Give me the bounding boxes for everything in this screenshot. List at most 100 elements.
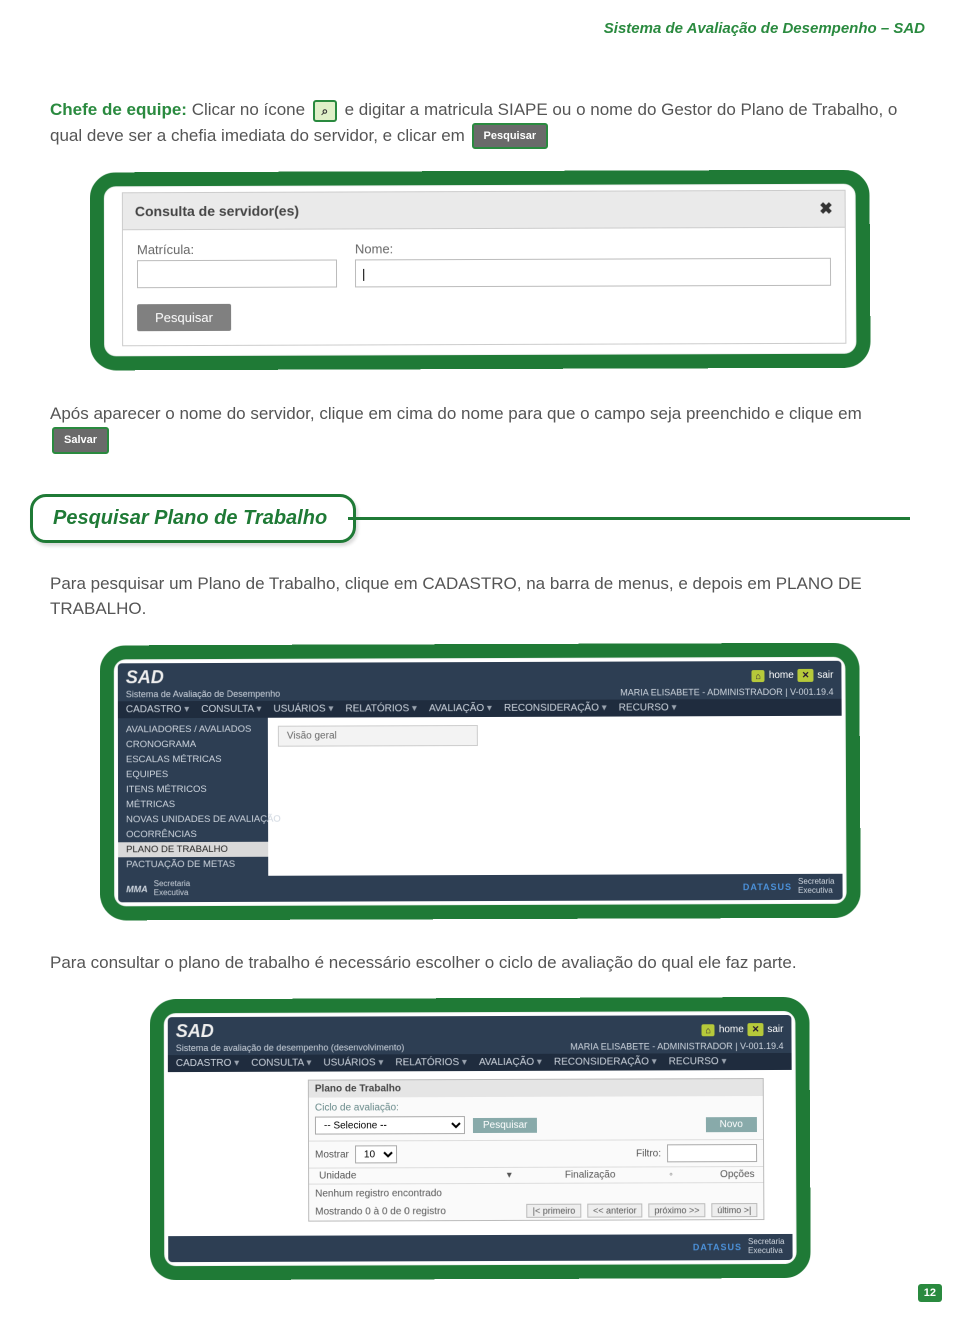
- menu-item-usuários[interactable]: USUÁRIOS: [323, 1057, 383, 1068]
- home-sair: ⌂ home ✕sair: [751, 668, 833, 681]
- screenshot-consulta-servidor: Consulta de servidor(es) ✖ Matrícula: No…: [90, 170, 871, 371]
- visao-geral-box: Visão geral: [278, 725, 478, 747]
- menu-item-usuários[interactable]: USUÁRIOS: [273, 703, 333, 714]
- menu-item-consulta[interactable]: CONSULTA: [251, 1057, 311, 1068]
- panel-novo-button[interactable]: Novo: [706, 1116, 757, 1131]
- pager-showing: Mostrando 0 à 0 de 0 registro: [315, 1206, 446, 1217]
- footer-datasus-sub2-2: Executiva: [748, 1246, 785, 1255]
- sidebar-item[interactable]: AVALIADORES / AVALIADOS: [118, 721, 268, 737]
- sair-label: sair: [817, 669, 833, 680]
- matricula-input[interactable]: [137, 260, 337, 289]
- footer-datasus-logo: DATASUS: [743, 881, 792, 891]
- section-text: Para pesquisar um Plano de Trabalho, cli…: [50, 571, 910, 622]
- menu-item-avaliação[interactable]: AVALIAÇÃO: [479, 1056, 542, 1067]
- section-divider: [348, 517, 910, 520]
- menubar: CADASTRO CONSULTA USUÁRIOS RELATÓRIOS AVALIA…: [118, 698, 842, 718]
- ciclo-label: Ciclo de avaliação:: [309, 1096, 763, 1117]
- menu-item-avaliação[interactable]: AVALIAÇÃO: [429, 703, 492, 714]
- screenshot-sad-plano: SAD ⌂ home ✕sair Sistema de avaliação de …: [150, 997, 811, 1280]
- menu-item-cadastro[interactable]: CADASTRO: [126, 704, 189, 715]
- field-nome-label: Nome:: [355, 240, 831, 257]
- sad-logo-2: SAD: [176, 1021, 214, 1042]
- field-matricula: Matrícula:: [137, 242, 337, 289]
- salvar-inline-button: Salvar: [52, 427, 109, 454]
- section-pill: Pesquisar Plano de Trabalho: [30, 494, 356, 543]
- doc-header: Sistema de Avaliação de Desempenho – SAD: [50, 20, 925, 37]
- footer-datasus-sub2: Executiva: [798, 886, 835, 895]
- table-header: Unidade ▾ Finalização ◦ Opções: [309, 1166, 763, 1185]
- sair-button-2[interactable]: ✕: [748, 1023, 764, 1036]
- mostrar-label: Mostrar: [315, 1149, 349, 1160]
- menu-item-recurso[interactable]: RECURSO: [669, 1056, 727, 1067]
- home-label: home: [769, 669, 794, 680]
- main-area: Visão geral: [268, 715, 843, 875]
- filtro-label: Filtro:: [636, 1147, 661, 1158]
- menu-item-reconsideração[interactable]: RECONSIDERAÇÃO: [504, 702, 607, 713]
- menu-item-consulta[interactable]: CONSULTA: [201, 703, 261, 714]
- home-button[interactable]: ⌂: [751, 669, 764, 681]
- mostrar-select[interactable]: 10: [355, 1145, 397, 1163]
- footer-datasus-logo-2: DATASUS: [693, 1242, 742, 1252]
- sair-label-2: sair: [767, 1024, 783, 1035]
- sair-button[interactable]: ✕: [798, 668, 814, 681]
- footer-mma-sub: Secretaria Executiva: [154, 880, 191, 898]
- intro-part1: Clicar no ícone: [192, 100, 310, 119]
- sad-logo: SAD: [126, 667, 164, 688]
- section-heading-row: Pesquisar Plano de Trabalho: [30, 494, 910, 543]
- menu-item-recurso[interactable]: RECURSO: [619, 702, 677, 713]
- bottom-text: Para consultar o plano de trabalho é nec…: [50, 950, 910, 976]
- menu-item-reconsideração[interactable]: RECONSIDERAÇÃO: [554, 1056, 657, 1067]
- sidebar-cadastro: AVALIADORES / AVALIADOSCRONOGRAMAESCALAS…: [118, 717, 268, 876]
- nome-input[interactable]: [355, 258, 831, 288]
- intro-lead: Chefe de equipe:: [50, 100, 187, 119]
- intro-paragraph: Chefe de equipe: Clicar no ícone ⌕ e dig…: [50, 97, 910, 149]
- close-icon[interactable]: ✖: [819, 199, 833, 219]
- plano-panel: Plano de Trabalho Ciclo de avaliação: --…: [308, 1078, 765, 1222]
- sidebar-item[interactable]: PACTUAÇÃO DE METAS: [118, 856, 268, 872]
- app-userline: MARIA ELISABETE - ADMINISTRADOR | V-001.…: [620, 686, 833, 697]
- no-records: Nenhum registro encontrado: [309, 1183, 763, 1204]
- pesquisar-button[interactable]: Pesquisar: [137, 304, 231, 331]
- pg-prev[interactable]: << anterior: [587, 1203, 643, 1217]
- sidebar-item[interactable]: ESCALAS MÉTRICAS: [118, 751, 268, 767]
- menu-item-cadastro[interactable]: CADASTRO: [176, 1057, 239, 1068]
- dialog-body: Matrícula: Nome: Pesquisar: [122, 228, 846, 347]
- col-opcoes: Opções: [711, 1167, 763, 1182]
- menubar-2: CADASTRO CONSULTA USUÁRIOS RELATÓRIOS AVALIA…: [168, 1053, 792, 1072]
- dialog-title-text: Consulta de servidor(es): [135, 203, 299, 220]
- sidebar-item[interactable]: CRONOGRAMA: [118, 736, 268, 752]
- filtro-input[interactable]: [667, 1144, 757, 1162]
- pg-last[interactable]: último >|: [711, 1203, 757, 1217]
- field-nome: Nome:: [355, 240, 831, 288]
- footer-mma-logo: MMA: [126, 884, 148, 894]
- dialog-titlebar: Consulta de servidor(es) ✖: [122, 190, 846, 231]
- plano-panel-title: Plano de Trabalho: [309, 1079, 763, 1098]
- sidebar-item[interactable]: OCORRÊNCIAS: [118, 826, 268, 842]
- footer-mma-sub2: Executiva: [154, 888, 191, 897]
- after-search-part1: Após aparecer o nome do servidor, clique…: [50, 404, 862, 423]
- menu-item-relatórios[interactable]: RELATÓRIOS: [395, 1057, 467, 1068]
- col-unidade: Unidade: [309, 1168, 469, 1184]
- app-subtitle-2: Sistema de avaliação de desempenho (dese…: [176, 1042, 405, 1053]
- menu-item-relatórios[interactable]: RELATÓRIOS: [345, 703, 417, 714]
- screenshot-sad-menu: SAD ⌂ home ✕sair Sistema de Avaliação de …: [100, 642, 861, 919]
- home-button-2[interactable]: ⌂: [701, 1023, 714, 1035]
- pg-next[interactable]: próximo >>: [648, 1203, 705, 1217]
- pesquisar-inline-button: Pesquisar: [472, 123, 549, 150]
- field-matricula-label: Matrícula:: [137, 242, 337, 258]
- sidebar-item[interactable]: EQUIPES: [118, 766, 268, 782]
- pg-first[interactable]: |< primeiro: [527, 1203, 582, 1217]
- search-icon: ⌕: [313, 100, 337, 122]
- sidebar-item[interactable]: MÉTRICAS: [118, 796, 268, 812]
- pager-buttons: |< primeiro << anterior próximo >> últim…: [524, 1205, 758, 1217]
- app-subtitle: Sistema de Avaliação de Desempenho: [126, 688, 280, 699]
- home-label-2: home: [719, 1024, 744, 1035]
- ciclo-select[interactable]: -- Selecione --: [315, 1116, 465, 1135]
- sidebar-item[interactable]: PLANO DE TRABALHO: [118, 841, 268, 857]
- sidebar-item[interactable]: NOVAS UNIDADES DE AVALIAÇÃO: [118, 811, 268, 827]
- app-userline-2: MARIA ELISABETE - ADMINISTRADOR | V-001.…: [570, 1041, 783, 1052]
- sidebar-item[interactable]: ITENS MÉTRICOS: [118, 781, 268, 797]
- col-finalizacao: Finalização: [550, 1167, 631, 1182]
- panel-pesquisar-button[interactable]: Pesquisar: [473, 1117, 538, 1132]
- page-number: 12: [918, 1284, 942, 1302]
